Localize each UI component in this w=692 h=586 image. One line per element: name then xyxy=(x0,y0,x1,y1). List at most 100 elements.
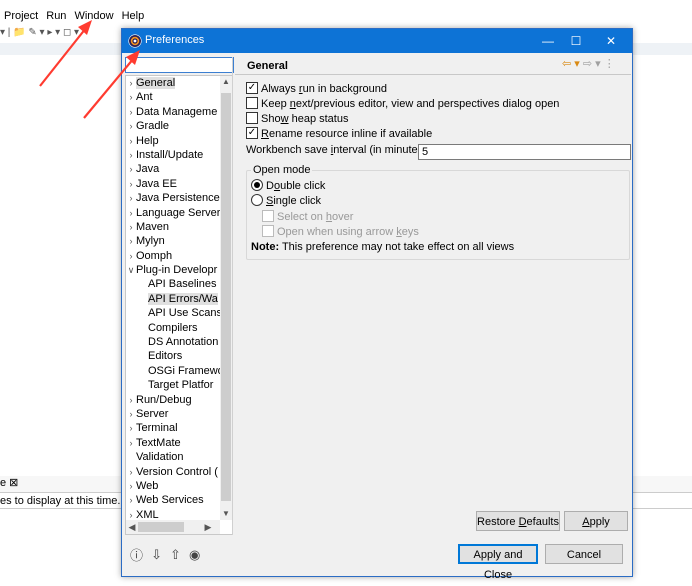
tree-item[interactable]: API Baselines xyxy=(126,277,220,291)
maximize-button[interactable]: ☐ xyxy=(562,32,590,50)
chevron-right-icon[interactable]: › xyxy=(126,177,136,191)
apply-and-close-button[interactable]: Apply and Close xyxy=(458,544,538,581)
tree-horizontal-scrollbar[interactable]: ◀ ▶ xyxy=(126,520,220,534)
chevron-right-icon[interactable]: › xyxy=(126,148,136,162)
menu-help[interactable]: Help xyxy=(118,10,149,22)
checkbox-box[interactable] xyxy=(246,112,258,124)
tree-item[interactable]: › Install/Update xyxy=(126,148,220,162)
chevron-right-icon[interactable]: › xyxy=(126,436,136,450)
checkbox-box[interactable] xyxy=(246,127,258,139)
close-button[interactable]: ✕ xyxy=(597,32,625,50)
chevron-right-icon[interactable]: › xyxy=(126,162,136,176)
rename-inline-checkbox[interactable]: Rename resource inline if available xyxy=(246,127,432,141)
tree-item[interactable]: Validation xyxy=(126,450,220,464)
tree-item[interactable]: › Gradle xyxy=(126,119,220,133)
toolbar-icons[interactable]: ▾ | 📁 ✎ ▾ ▸ ▾ ◻ ▾ xyxy=(0,27,79,38)
forward-dropdown-icon[interactable]: ▾ xyxy=(595,58,601,70)
chevron-right-icon[interactable]: › xyxy=(126,191,136,205)
preference-tree[interactable]: › General › Ant › Data Manageme › Gradle › Help › I… xyxy=(125,75,233,535)
checkbox-box[interactable] xyxy=(246,82,258,94)
tree-item[interactable]: › Run/Debug xyxy=(126,393,220,407)
chevron-right-icon[interactable]: › xyxy=(126,249,136,263)
apply-button[interactable]: Apply xyxy=(564,511,628,531)
chevron-right-icon[interactable]: › xyxy=(126,206,136,220)
tree-item-label: Language Server xyxy=(136,206,220,219)
chevron-right-icon[interactable]: › xyxy=(126,76,136,90)
keep-next-previous-checkbox[interactable]: Keep next/previous editor, view and pers… xyxy=(246,97,559,111)
restore-defaults-button[interactable]: Restore Defaults xyxy=(476,511,560,531)
back-dropdown-icon[interactable]: ▾ xyxy=(574,58,580,70)
tree-item[interactable]: Compilers xyxy=(126,321,220,335)
menu-window[interactable]: Window xyxy=(70,10,117,22)
view-menu-icon[interactable]: ⋮ xyxy=(604,58,615,70)
chevron-right-icon[interactable]: › xyxy=(126,234,136,248)
tree-item-label: Terminal xyxy=(136,422,178,435)
hscroll-thumb[interactable] xyxy=(138,522,184,532)
radio-button[interactable] xyxy=(251,179,263,191)
scroll-up-icon[interactable]: ▲ xyxy=(220,76,232,88)
chevron-right-icon[interactable]: › xyxy=(126,465,136,479)
chevron-right-icon[interactable]: › xyxy=(126,479,136,493)
chevron-right-icon[interactable]: › xyxy=(126,407,136,421)
single-click-radio[interactable]: Single click xyxy=(251,194,321,208)
tree-vertical-scrollbar[interactable]: ▲ ▼ xyxy=(220,76,232,520)
dialog-titlebar[interactable]: Preferences — ☐ ✕ xyxy=(122,29,632,53)
tree-item[interactable]: › Java xyxy=(126,162,220,176)
menu-project[interactable]: Project xyxy=(0,10,42,22)
tree-item[interactable]: › Language Server xyxy=(126,206,221,220)
menu-run[interactable]: Run xyxy=(42,10,70,22)
export-icon[interactable]: ⇧ xyxy=(170,547,181,563)
scroll-left-icon[interactable]: ◀ xyxy=(126,520,138,534)
chevron-right-icon[interactable]: › xyxy=(126,90,136,104)
chevron-right-icon[interactable]: › xyxy=(126,119,136,133)
tree-item[interactable]: Editors xyxy=(126,349,220,363)
help-icon[interactable]: ⓘ xyxy=(130,545,143,564)
tree-item[interactable]: › Version Control ( xyxy=(126,465,220,479)
split-sash[interactable] xyxy=(232,57,233,535)
record-icon[interactable]: ◉ xyxy=(189,547,200,563)
tree-item[interactable]: DS Annotation xyxy=(126,335,220,349)
chevron-right-icon[interactable]: › xyxy=(126,421,136,435)
tree-item[interactable]: › Data Manageme xyxy=(126,105,220,119)
chevron-right-icon[interactable]: › xyxy=(126,220,136,234)
background-panel-tab[interactable]: e ⊠ xyxy=(0,476,122,493)
tree-item[interactable]: › Java Persistence xyxy=(126,191,220,205)
back-arrow-icon[interactable]: ⇦ xyxy=(562,58,571,70)
tree-item[interactable]: ∨ Plug-in Developr xyxy=(126,263,220,277)
chevron-down-icon[interactable]: ∨ xyxy=(126,263,136,277)
chevron-right-icon[interactable]: › xyxy=(126,134,136,148)
tree-item[interactable]: › Maven xyxy=(126,220,220,234)
tree-item[interactable]: OSGi Framewo xyxy=(126,364,220,378)
tree-item[interactable]: Target Platfor xyxy=(126,378,220,392)
tree-item[interactable]: › Terminal xyxy=(126,421,220,435)
tree-item[interactable]: › Help xyxy=(126,134,220,148)
scroll-right-icon[interactable]: ▶ xyxy=(202,520,214,534)
show-heap-status-checkbox[interactable]: Show heap status xyxy=(246,112,348,126)
tree-item[interactable]: › Server xyxy=(126,407,220,421)
scroll-down-icon[interactable]: ▼ xyxy=(220,508,232,520)
tree-item[interactable]: › Web Services xyxy=(126,493,220,507)
radio-button[interactable] xyxy=(251,194,263,206)
scroll-thumb[interactable] xyxy=(221,93,231,501)
tree-item[interactable]: › Web xyxy=(126,479,220,493)
save-interval-input[interactable] xyxy=(418,144,631,160)
chevron-right-icon[interactable]: › xyxy=(126,393,136,407)
forward-arrow-icon[interactable]: ⇨ xyxy=(583,58,592,70)
tree-item[interactable]: › Ant xyxy=(126,90,220,104)
tree-item[interactable]: API Errors/Wa xyxy=(126,292,220,306)
chevron-right-icon[interactable]: › xyxy=(126,493,136,507)
checkbox-box[interactable] xyxy=(246,97,258,109)
tree-item[interactable]: › Java EE xyxy=(126,177,220,191)
always-run-background-checkbox[interactable]: Always run in background xyxy=(246,82,387,96)
tree-item[interactable]: › TextMate xyxy=(126,436,220,450)
tree-item[interactable]: › General xyxy=(126,76,220,90)
cancel-button[interactable]: Cancel xyxy=(545,544,623,564)
filter-input[interactable] xyxy=(125,57,234,73)
tree-item[interactable]: › Oomph xyxy=(126,249,220,263)
import-icon[interactable]: ⇩ xyxy=(151,547,162,563)
tree-item[interactable]: › Mylyn xyxy=(126,234,220,248)
minimize-button[interactable]: — xyxy=(534,32,562,50)
tree-item[interactable]: API Use Scans xyxy=(126,306,220,320)
chevron-right-icon[interactable]: › xyxy=(126,105,136,119)
double-click-radio[interactable]: Double click xyxy=(251,179,325,193)
